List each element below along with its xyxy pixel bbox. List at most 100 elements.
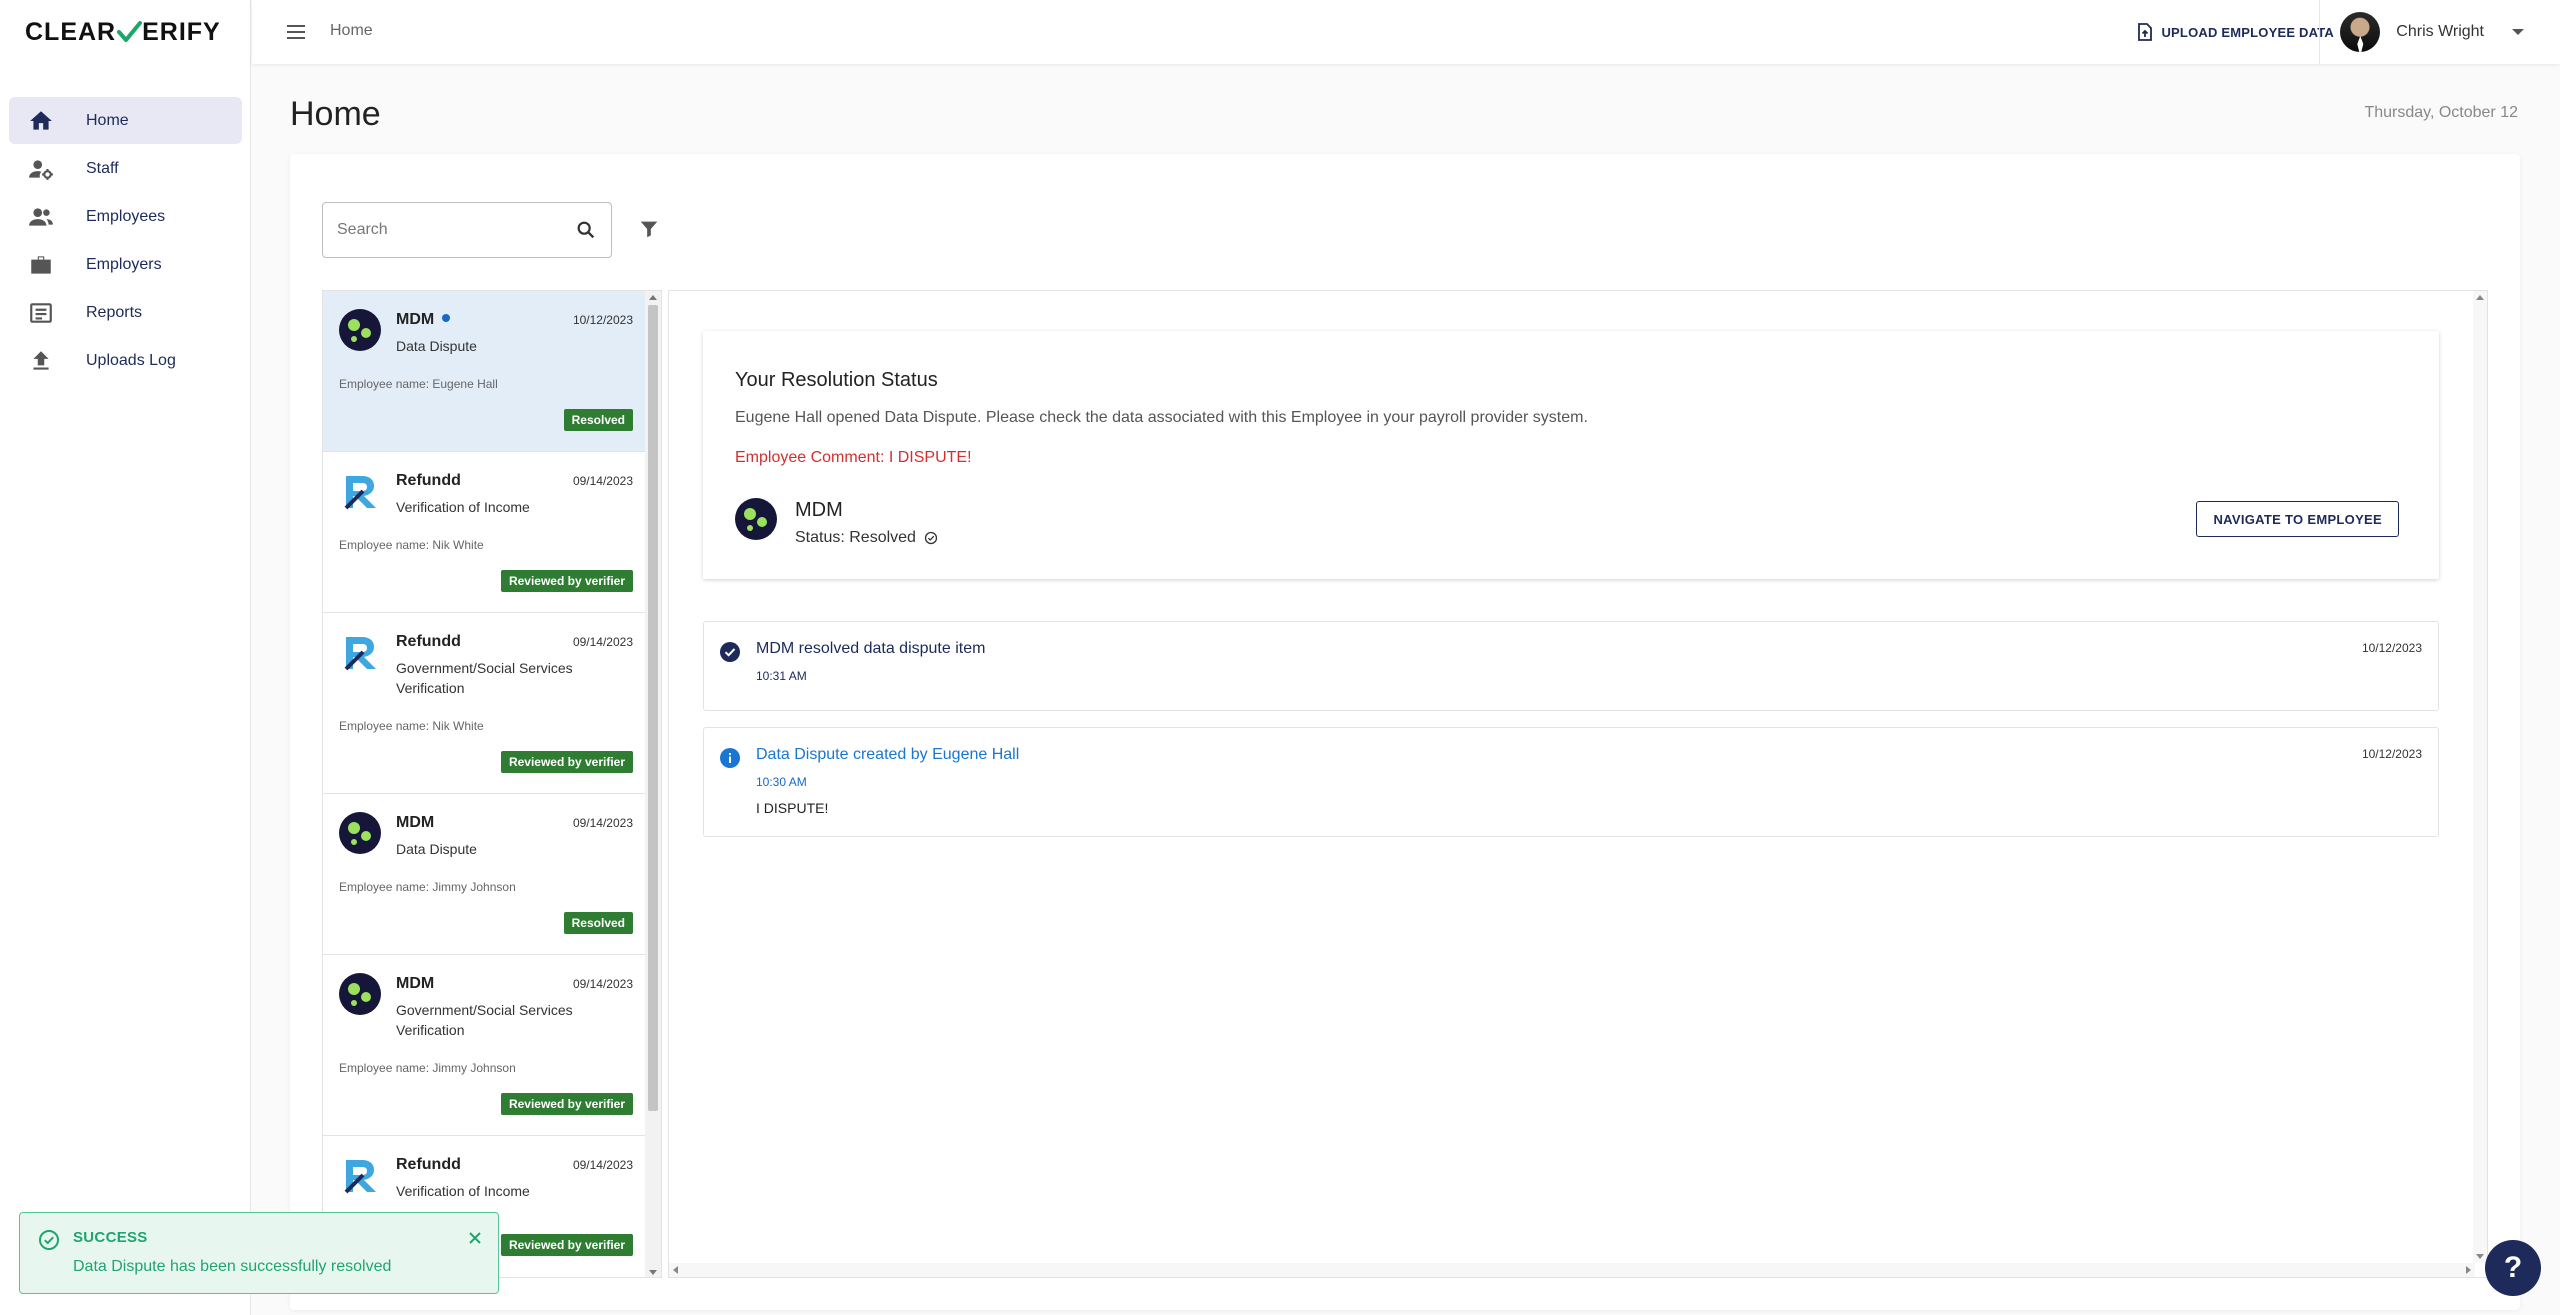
timeline-date: 10/12/2023 (2361, 747, 2422, 761)
sidebar-item-label: Home (86, 111, 129, 129)
navigate-to-employee-button[interactable]: NAVIGATE TO EMPLOYEE (2196, 501, 2399, 537)
check-circle-outline-icon (39, 1230, 59, 1250)
scroll-up-icon[interactable] (649, 295, 657, 300)
home-icon (26, 106, 56, 136)
resolution-status-card: Your Resolution Status Eugene Hall opene… (703, 331, 2439, 579)
check-circle-outline-icon (924, 531, 938, 545)
sidebar-item-label: Staff (86, 159, 119, 177)
search-box (322, 202, 612, 258)
info-circle-icon (720, 748, 740, 768)
scroll-down-icon[interactable] (2476, 1254, 2484, 1259)
list-item-type: Data Dispute (396, 338, 477, 354)
sidebar-item-label: Employers (86, 255, 162, 273)
logo-check-icon (117, 21, 143, 42)
list-item-employee: Employee name: Jimmy Johnson (339, 1061, 516, 1075)
logo-text-right: ERIFY (142, 17, 221, 46)
timeline-item: Data Dispute created by Eugene Hall 10:3… (703, 727, 2439, 837)
list-item-employee: Employee name: Eugene Hall (339, 377, 498, 391)
timeline-comment: I DISPUTE! (756, 800, 829, 816)
list-item[interactable]: MDM 10/12/2023 Data Dispute Employee nam… (323, 291, 645, 452)
list-item[interactable]: Refundd 09/14/2023 Government/Social Ser… (323, 613, 645, 794)
search-input[interactable] (323, 203, 563, 257)
briefcase-icon (26, 250, 56, 280)
clearverify-logo[interactable]: CLEAR ERIFY (25, 18, 221, 46)
request-list: MDM 10/12/2023 Data Dispute Employee nam… (322, 290, 662, 1278)
list-item-type: Government/Social Services Verification (396, 660, 573, 696)
sidebar-item-label: Employees (86, 207, 166, 225)
breadcrumb: Home (330, 22, 373, 39)
refundd-logo (344, 1160, 376, 1194)
timeline-item: MDM resolved data dispute item 10:31 AM … (703, 621, 2439, 711)
scroll-left-icon[interactable] (673, 1266, 678, 1274)
timeline-title: MDM resolved data dispute item (756, 640, 986, 657)
list-item-name: MDM (396, 975, 435, 992)
upload-button-label: UPLOAD EMPLOYEE DATA (2161, 24, 2334, 40)
employee-comment: Employee Comment: I DISPUTE! (735, 449, 972, 466)
scroll-up-icon[interactable] (2476, 295, 2484, 300)
menu-icon[interactable] (284, 20, 308, 44)
detail-vertical-scrollbar[interactable] (2473, 291, 2487, 1263)
list-item-employee: Employee name: Jimmy Johnson (339, 880, 516, 894)
list-item[interactable]: MDM 09/14/2023 Government/Social Service… (323, 955, 645, 1136)
sidebar-item-home[interactable]: Home (9, 97, 242, 144)
reports-icon (26, 298, 56, 328)
close-icon[interactable] (466, 1229, 484, 1247)
sidebar-item-label: Reports (86, 303, 143, 321)
list-item-type: Verification of Income (396, 499, 530, 515)
list-item-date: 09/14/2023 (572, 474, 633, 488)
list-item-name: MDM (396, 311, 451, 329)
list-item-employee: Employee name: Nik White (339, 538, 484, 552)
list-item-date: 09/14/2023 (572, 635, 633, 649)
help-button[interactable]: ? (2485, 1240, 2541, 1296)
avatar (2340, 12, 2381, 52)
list-item-type: Verification of Income (396, 1183, 530, 1199)
employees-icon (26, 202, 56, 232)
mdm-logo (735, 498, 777, 540)
upload-employee-data-button[interactable]: UPLOAD EMPLOYEE DATA (2137, 20, 2334, 44)
sidebar-item-employers[interactable]: Employers (9, 241, 242, 288)
sidebar-item-reports[interactable]: Reports (9, 289, 242, 336)
mdm-logo (339, 973, 381, 1015)
search-icon[interactable] (575, 219, 597, 241)
list-item-name: Refundd (396, 472, 461, 489)
list-item[interactable]: MDM 09/14/2023 Data Dispute Employee nam… (323, 794, 645, 955)
timeline-time: 10:31 AM (756, 669, 807, 683)
list-item-employee: Employee name: Nik White (339, 719, 484, 733)
org-name: MDM (795, 499, 843, 521)
user-menu[interactable]: Chris Wright (2340, 11, 2524, 53)
timeline-date: 10/12/2023 (2361, 641, 2422, 655)
list-item-date: 10/12/2023 (572, 313, 633, 327)
upload-icon (26, 346, 56, 376)
refundd-logo (344, 476, 376, 510)
unread-dot (442, 314, 451, 322)
detail-horizontal-scrollbar[interactable] (669, 1263, 2475, 1277)
scroll-right-icon[interactable] (2466, 1266, 2471, 1274)
logo-text-left: CLEAR (25, 17, 117, 46)
status-badge: Resolved (563, 912, 633, 934)
toast-message: Data Dispute has been successfully resol… (73, 1258, 392, 1275)
sidebar-item-label: Uploads Log (86, 351, 176, 369)
sidebar-item-staff[interactable]: Staff (9, 145, 242, 192)
status-badge: Reviewed by verifier (500, 1093, 633, 1115)
scroll-down-icon[interactable] (649, 1270, 657, 1275)
list-scrollbar[interactable] (645, 291, 661, 1277)
timeline-time: 10:30 AM (756, 775, 807, 789)
user-name: Chris Wright (2396, 23, 2484, 40)
list-item-name: MDM (396, 814, 435, 831)
filter-icon[interactable] (638, 218, 660, 240)
status-text: Status: Resolved (795, 529, 916, 546)
file-upload-icon (2138, 23, 2153, 41)
list-item[interactable]: Refundd 09/14/2023 Verification of Incom… (323, 452, 645, 613)
sidebar-item-employees[interactable]: Employees (9, 193, 242, 240)
resolution-description: Eugene Hall opened Data Dispute. Please … (735, 409, 1588, 426)
topbar-divider (2319, 0, 2320, 64)
mdm-logo (339, 309, 381, 351)
list-item-type: Government/Social Services Verification (396, 1002, 573, 1038)
sidebar-item-uploads-log[interactable]: Uploads Log (9, 337, 242, 384)
toast-title: SUCCESS (73, 1229, 148, 1246)
mdm-logo (339, 812, 381, 854)
list-item-name: Refundd (396, 1156, 461, 1173)
question-mark-icon: ? (2503, 1251, 2523, 1284)
scrollbar-thumb[interactable] (648, 305, 658, 1111)
main-card: MDM 10/12/2023 Data Dispute Employee nam… (290, 154, 2520, 1310)
